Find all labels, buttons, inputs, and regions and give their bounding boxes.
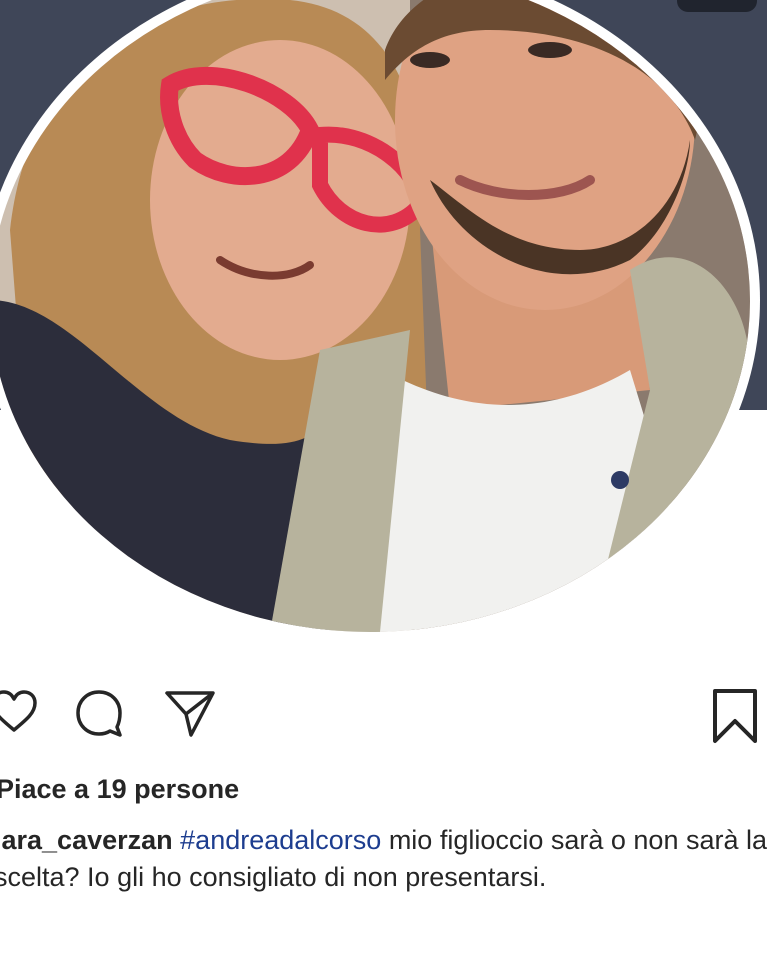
paper-plane-icon[interactable] [164, 688, 216, 743]
heart-icon[interactable] [0, 688, 38, 741]
top-right-pill [677, 0, 757, 12]
caption-hashtag[interactable]: #andreadalcorso [180, 825, 381, 855]
likes-count[interactable]: Piace a 19 persone [0, 774, 239, 805]
bookmark-icon[interactable] [710, 688, 760, 749]
comment-bubble-icon[interactable] [74, 688, 124, 743]
caption-username[interactable]: lara_caverzan [0, 825, 173, 855]
post-action-bar [0, 680, 767, 750]
post-caption: lara_caverzan #andreadalcorso mio figlio… [0, 822, 767, 896]
